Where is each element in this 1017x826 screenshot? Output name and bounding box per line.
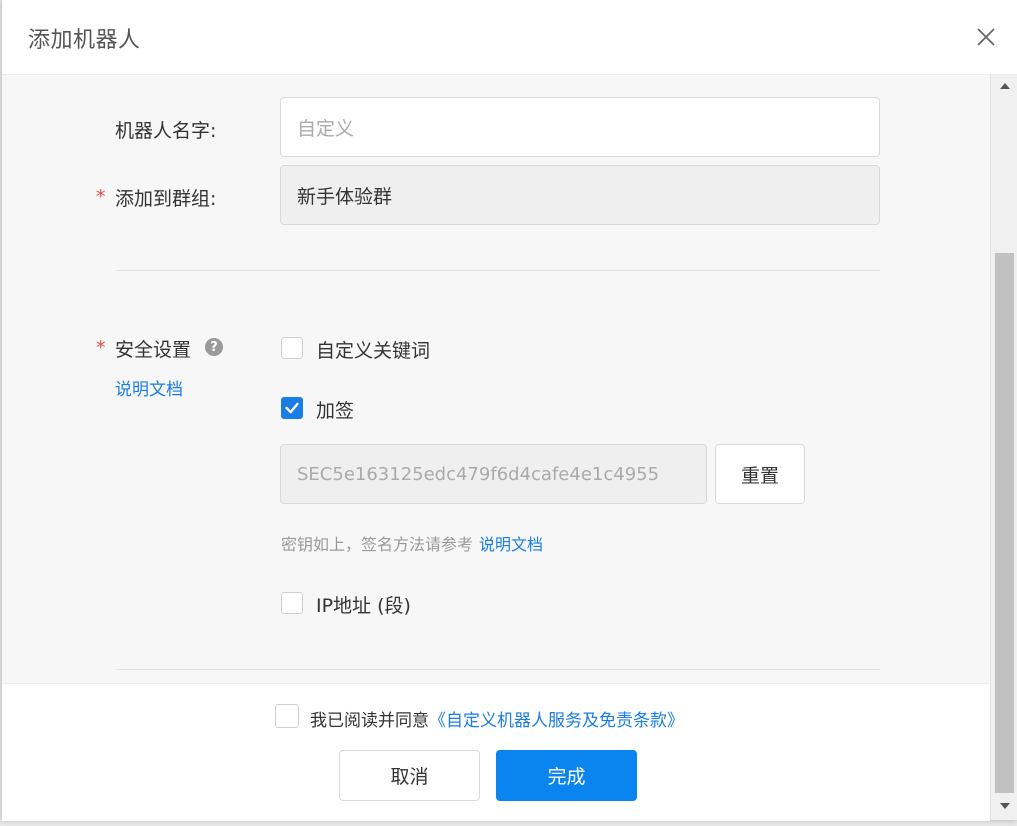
dialog-body: 机器人名字: 自定义 * 添加到群组: 新手体验群 * 安全设置 ? 说明文档 … — [2, 75, 990, 683]
scrollbar[interactable] — [990, 75, 1017, 820]
keyword-checkbox[interactable] — [281, 337, 303, 359]
cancel-button[interactable]: 取消 — [339, 750, 480, 801]
reset-button[interactable]: 重置 — [715, 444, 805, 504]
agree-label: 我已阅读并同意 — [310, 711, 429, 731]
agree-checkbox[interactable] — [275, 704, 299, 728]
close-icon[interactable] — [975, 26, 997, 48]
add-robot-dialog: 添加机器人 机器人名字: 自定义 * 添加到群组: 新手体验群 * 安全设置 ?… — [2, 0, 1017, 821]
signature-checkbox[interactable] — [281, 397, 303, 419]
dialog-footer: 我已阅读并同意《自定义机器人服务及免责条款》 取消 完成 — [2, 683, 990, 821]
secret-field: SEC5e163125edc479f6d4cafe4e1c4955 — [280, 444, 707, 504]
agree-text: 我已阅读并同意《自定义机器人服务及免责条款》 — [310, 706, 684, 731]
robot-name-label: 机器人名字: — [115, 120, 217, 142]
robot-name-input[interactable]: 自定义 — [280, 97, 880, 157]
dialog-header: 添加机器人 — [2, 0, 1017, 75]
required-mark: * — [96, 337, 106, 359]
keyword-option-label: 自定义关键词 — [316, 340, 431, 362]
doc-link[interactable]: 说明文档 — [115, 375, 183, 400]
hint-text: 密钥如上，签名方法请参考 — [281, 535, 474, 554]
secret-hint: 密钥如上，签名方法请参考 说明文档 — [281, 531, 543, 555]
signature-option-label: 加签 — [316, 400, 355, 422]
help-icon[interactable]: ? — [205, 338, 223, 356]
scroll-down-arrow[interactable] — [991, 795, 1017, 817]
scroll-up-arrow[interactable] — [991, 75, 1017, 97]
hint-doc-link[interactable]: 说明文档 — [479, 535, 543, 554]
triangle-down-icon — [999, 803, 1010, 809]
triangle-up-icon — [999, 83, 1010, 89]
group-field: 新手体验群 — [280, 165, 880, 225]
terms-link[interactable]: 《自定义机器人服务及免责条款》 — [429, 711, 684, 731]
section-divider — [116, 669, 880, 670]
group-label: 添加到群组: — [115, 188, 217, 210]
checkmark-icon — [285, 402, 299, 414]
ip-option-label: IP地址 (段) — [316, 595, 411, 617]
section-divider — [116, 270, 880, 271]
ip-checkbox[interactable] — [281, 592, 303, 614]
done-button[interactable]: 完成 — [496, 750, 637, 801]
dialog-title: 添加机器人 — [28, 28, 141, 53]
required-mark: * — [96, 186, 106, 208]
security-settings-label: 安全设置 — [115, 339, 192, 361]
scroll-thumb[interactable] — [995, 253, 1014, 793]
